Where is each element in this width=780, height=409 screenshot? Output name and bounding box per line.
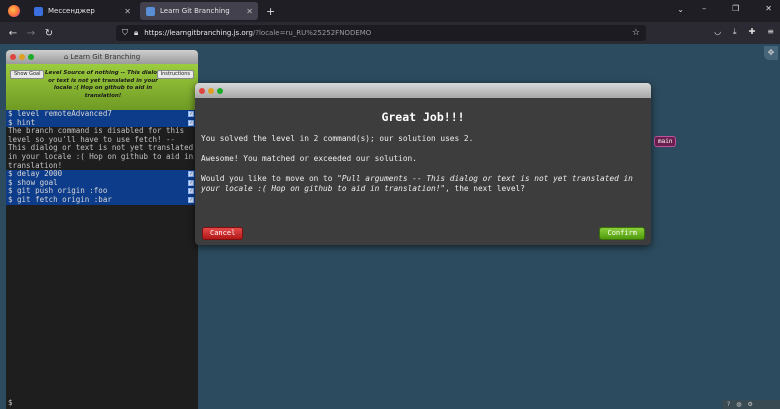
- close-dot-icon[interactable]: [199, 87, 205, 94]
- checkbox-icon: ✓: [188, 111, 194, 117]
- url-text: https://learngitbranching.js.org/?locale…: [144, 29, 372, 37]
- globe-icon[interactable]: ◍: [736, 401, 741, 408]
- confirm-button[interactable]: Confirm: [599, 227, 645, 240]
- history-message: The branch command is disabled for this …: [8, 126, 194, 170]
- downloads-icon[interactable]: ⤓: [733, 27, 737, 37]
- pocket-icon[interactable]: ◡: [714, 27, 721, 37]
- branch-label-main[interactable]: main: [654, 136, 677, 147]
- checkbox-icon: ✓: [188, 188, 194, 195]
- messenger-favicon-icon: [34, 6, 43, 16]
- instructions-button[interactable]: Instructions: [156, 70, 194, 79]
- checkbox-icon: ✓: [188, 179, 194, 186]
- toolbar-icons: ◡ ⤓ ✚ ≡: [714, 27, 774, 37]
- command-panel-title: ⌂ Learn Git Branching: [63, 53, 141, 61]
- checkbox-icon: ✓: [188, 196, 194, 203]
- tracking-shield-icon[interactable]: ⛉: [122, 28, 128, 38]
- dialog-solved-text: You solved the level in 2 command(s); ou…: [201, 134, 474, 143]
- checkbox-icon: ✓: [188, 171, 194, 178]
- maximize-button[interactable]: ❐: [732, 4, 739, 13]
- tab-title: Мессенджер: [48, 7, 95, 15]
- show-goal-button[interactable]: Show Goal: [10, 70, 45, 79]
- dialog-next-level-text: Would you like to move on to "Pull argum…: [201, 174, 633, 193]
- level-complete-dialog: Great Job!!! You solved the level in 2 c…: [195, 83, 651, 245]
- settings-icon[interactable]: ⚙: [747, 401, 752, 408]
- command-history: $ level remoteAdvanced7 ✓ $ hint ✓ The bra…: [6, 109, 198, 205]
- window-controls: – ❐ ✕: [702, 4, 772, 13]
- cancel-button[interactable]: Cancel: [202, 227, 244, 240]
- help-icon[interactable]: ?: [727, 401, 730, 408]
- bottom-controls: ? ◍ ⚙: [722, 400, 780, 409]
- close-tab-icon[interactable]: ✕: [124, 7, 131, 16]
- browser-tab-bar: Мессенджер ✕ Learn Git Branching ✕ + ⌄ –…: [0, 0, 780, 22]
- tab-title: Learn Git Branching: [160, 7, 230, 15]
- close-window-button[interactable]: ✕: [765, 4, 772, 13]
- forward-arrow-icon[interactable]: →: [22, 28, 40, 39]
- dialog-heading: Great Job!!!: [381, 110, 465, 124]
- command-panel-titlebar[interactable]: ⌂ Learn Git Branching: [6, 50, 198, 64]
- history-command: $ git fetch origin :bar ✓: [6, 195, 198, 205]
- extensions-icon[interactable]: ✚: [749, 27, 756, 37]
- menu-icon[interactable]: ≡: [767, 27, 774, 37]
- firefox-icon[interactable]: [8, 5, 20, 17]
- new-tab-button[interactable]: +: [266, 5, 275, 18]
- home-icon: ⌂: [63, 53, 69, 61]
- command-panel: ⌂ Learn Git Branching Show Goal Level So…: [6, 50, 198, 409]
- tab-messenger[interactable]: Мессенджер ✕: [28, 2, 136, 20]
- tab-learn-git-branching[interactable]: Learn Git Branching ✕: [140, 2, 258, 20]
- level-goal-text: Level Source of nothing -- This dialog o…: [45, 70, 161, 99]
- lock-icon[interactable]: 🔒︎: [134, 28, 138, 38]
- minimize-dot-icon[interactable]: [208, 87, 214, 94]
- dialog-awesome-text: Awesome! You matched or exceeded our sol…: [201, 154, 417, 163]
- drag-handle-icon[interactable]: ✥: [764, 46, 778, 60]
- close-tab-icon[interactable]: ✕: [246, 7, 253, 16]
- back-arrow-icon[interactable]: ←: [4, 28, 22, 39]
- maximize-dot-icon[interactable]: [217, 87, 223, 94]
- bookmark-star-icon[interactable]: ☆: [632, 28, 640, 38]
- window-dots: [195, 87, 223, 94]
- browser-nav-bar: ← → ↻ ⛉ 🔒︎ https://learngitbranching.js.…: [0, 22, 780, 44]
- list-tabs-chevron-icon[interactable]: ⌄: [677, 5, 684, 14]
- reload-icon[interactable]: ↻: [40, 28, 58, 39]
- command-prompt[interactable]: $: [8, 398, 13, 407]
- dialog-body: Great Job!!! You solved the level in 2 c…: [195, 110, 651, 194]
- checkbox-icon: ✓: [188, 119, 194, 126]
- address-bar[interactable]: ⛉ 🔒︎ https://learngitbranching.js.org/?l…: [116, 25, 646, 41]
- git-favicon-icon: [146, 6, 155, 16]
- minimize-button[interactable]: –: [702, 4, 706, 13]
- dialog-titlebar[interactable]: [195, 83, 651, 98]
- goal-bar: Show Goal Level Source of nothing -- Thi…: [6, 64, 198, 110]
